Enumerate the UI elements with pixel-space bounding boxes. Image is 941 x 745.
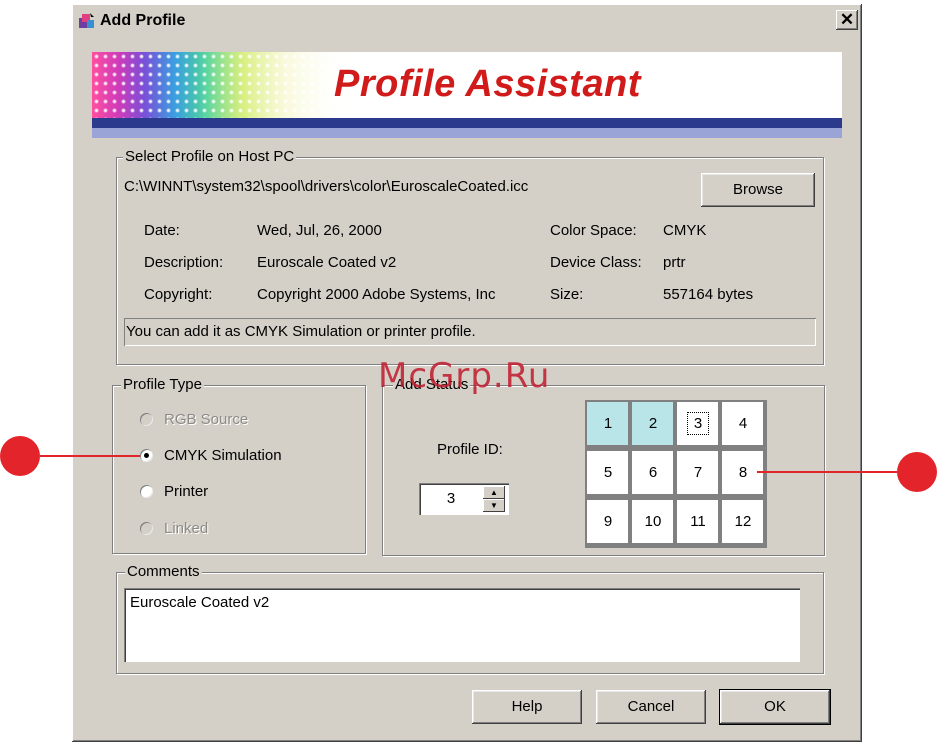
slot-cell[interactable]: 7 bbox=[677, 451, 719, 495]
cancel-label: Cancel bbox=[627, 698, 675, 715]
close-icon: ✕ bbox=[839, 10, 855, 29]
profile-slot-grid: 1 2 3 4 5 6 7 8 9 10 11 12 bbox=[585, 400, 767, 548]
color-space-label: Color Space: bbox=[550, 222, 637, 239]
browse-button[interactable]: Browse bbox=[701, 173, 815, 207]
radio-rgb-source[interactable] bbox=[140, 413, 153, 426]
slot-cell[interactable]: 5 bbox=[587, 451, 629, 495]
size-value: 557164 bytes bbox=[663, 286, 754, 303]
browse-label: Browse bbox=[732, 181, 784, 198]
banner-title: Profile Assistant bbox=[334, 63, 641, 105]
radio-label-linked: Linked bbox=[164, 520, 209, 537]
callout-left-dot bbox=[0, 436, 40, 476]
slot-cell[interactable]: 10 bbox=[632, 500, 674, 544]
banner: Profile Assistant bbox=[92, 52, 842, 138]
slot-cell[interactable]: 11 bbox=[677, 500, 719, 544]
slot-cell[interactable]: 9 bbox=[587, 500, 629, 544]
slot-cell[interactable]: 8 bbox=[722, 451, 764, 495]
slot-cell[interactable]: 1 bbox=[587, 402, 629, 446]
radio-linked[interactable] bbox=[140, 522, 153, 535]
app-icon bbox=[79, 13, 94, 28]
title-bar: Add Profile ✕ bbox=[76, 8, 858, 34]
radio-cmyk-simulation[interactable] bbox=[140, 449, 153, 462]
group-legend: Comments bbox=[125, 562, 202, 582]
copyright-label: Copyright: bbox=[144, 286, 213, 303]
profile-path: C:\WINNT\system32\spool\drivers\color\Eu… bbox=[124, 178, 529, 195]
date-label: Date: bbox=[144, 222, 180, 239]
spin-up-button[interactable]: ▲ bbox=[483, 486, 505, 499]
slot-cell[interactable]: 2 bbox=[632, 402, 674, 446]
group-legend: Select Profile on Host PC bbox=[123, 147, 297, 167]
description-label: Description: bbox=[144, 254, 224, 271]
radio-printer[interactable] bbox=[140, 485, 153, 498]
comments-textarea[interactable]: Euroscale Coated v2 bbox=[124, 588, 800, 662]
profile-id-label: Profile ID: bbox=[437, 441, 503, 458]
radio-label-cmyk-simulation: CMYK Simulation bbox=[164, 447, 282, 464]
help-button[interactable]: Help bbox=[472, 690, 582, 724]
group-legend: Profile Type bbox=[121, 375, 204, 395]
size-label: Size: bbox=[550, 286, 584, 303]
slot-cell[interactable]: 6 bbox=[632, 451, 674, 495]
radio-label-rgb-source: RGB Source bbox=[164, 411, 249, 428]
profile-id-stepper[interactable]: 3 ▲ ▼ bbox=[419, 483, 509, 515]
profile-id-value: 3 bbox=[446, 490, 456, 507]
description-value: Euroscale Coated v2 bbox=[257, 254, 397, 271]
callout-right-line bbox=[757, 471, 897, 473]
watermark-text: McGrp.Ru bbox=[378, 356, 551, 396]
slot-cell[interactable]: 3 bbox=[677, 402, 719, 446]
slot-cell[interactable]: 4 bbox=[722, 402, 764, 446]
color-space-value: CMYK bbox=[663, 222, 707, 239]
device-class-value: prtr bbox=[663, 254, 686, 271]
callout-left-line bbox=[40, 455, 140, 457]
ok-label: OK bbox=[764, 698, 786, 715]
spin-down-button[interactable]: ▼ bbox=[483, 499, 505, 512]
copyright-value: Copyright 2000 Adobe Systems, Inc bbox=[257, 286, 496, 303]
device-class-label: Device Class: bbox=[550, 254, 642, 271]
comments-text: Euroscale Coated v2 bbox=[130, 594, 270, 611]
status-message: You can add it as CMYK Simulation or pri… bbox=[124, 318, 816, 346]
slot-cell[interactable]: 12 bbox=[722, 500, 764, 544]
close-button[interactable]: ✕ bbox=[836, 10, 858, 30]
help-label: Help bbox=[511, 698, 543, 715]
cancel-button[interactable]: Cancel bbox=[596, 690, 706, 724]
radio-label-printer: Printer bbox=[164, 483, 209, 500]
callout-right-dot bbox=[897, 452, 937, 492]
date-value: Wed, Jul, 26, 2000 bbox=[257, 222, 382, 239]
window-title: Add Profile bbox=[100, 12, 186, 29]
ok-button[interactable]: OK bbox=[719, 689, 831, 725]
